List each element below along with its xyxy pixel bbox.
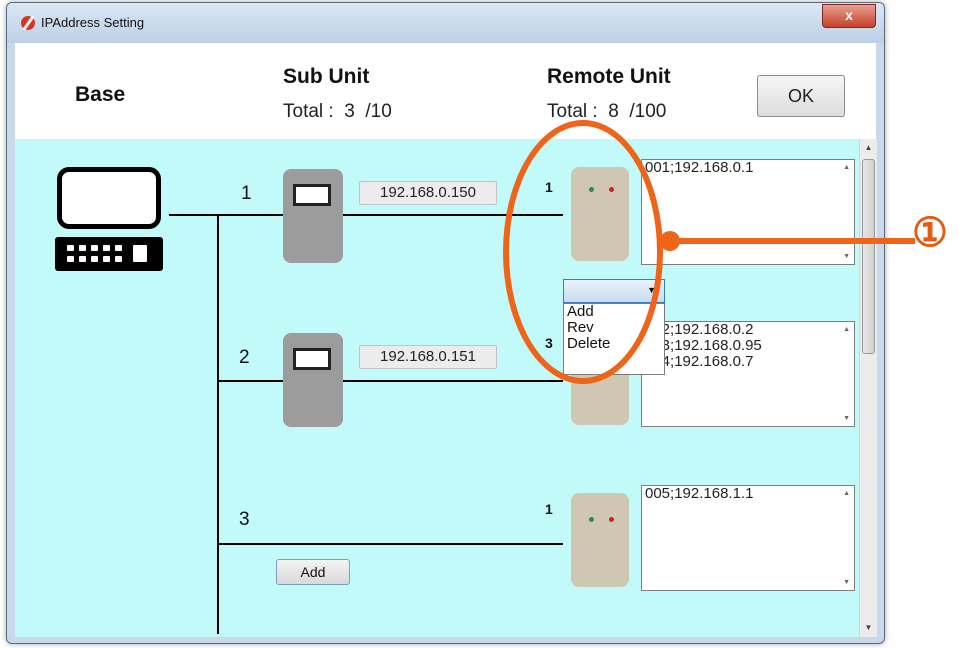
remote-unit-device[interactable]: [571, 493, 629, 587]
list-item[interactable]: 002;192.168.0.2: [642, 322, 854, 338]
sub-unit-number: 2: [239, 347, 250, 368]
scroll-down-icon[interactable]: ▼: [860, 619, 877, 637]
bus-line: [217, 214, 219, 634]
remote-address-list[interactable]: 002;192.168.0.2 003;192.168.0.95 004;192…: [641, 321, 855, 427]
list-scroll-up-icon[interactable]: ▲: [843, 164, 850, 171]
sub-unit-screen: [293, 184, 331, 206]
status-led-green: [589, 517, 594, 522]
list-scroll-down-icon[interactable]: ▼: [843, 415, 850, 422]
unit3-link-line: [217, 543, 563, 545]
list-item[interactable]: 005;192.168.1.1: [642, 486, 854, 502]
window-title: IPAddress Setting: [41, 15, 145, 30]
status-led-red: [609, 517, 614, 522]
list-scroll-down-icon[interactable]: ▼: [843, 253, 850, 260]
computer-icon: [57, 167, 161, 229]
callout-dot: [660, 231, 680, 251]
vertical-scrollbar[interactable]: ▲ ▼: [859, 139, 877, 637]
sub-unit-device[interactable]: [283, 169, 343, 263]
sub-unit-number: 3: [239, 509, 250, 530]
keyboard-icon: [55, 237, 163, 271]
sub-unit-ip[interactable]: 192.168.0.150: [359, 181, 497, 205]
ipaddress-setting-window: IPAddress Setting x Base Sub Unit Remote…: [6, 2, 885, 644]
callout-ellipse: [503, 120, 663, 384]
sub-unit-label: Sub Unit: [283, 65, 370, 88]
base-label: Base: [75, 83, 126, 106]
app-logo-icon: [21, 16, 35, 30]
list-scroll-up-icon[interactable]: ▲: [843, 490, 850, 497]
sub-unit-number: 1: [241, 183, 252, 204]
scroll-up-icon[interactable]: ▲: [860, 139, 877, 157]
sub-unit-ip[interactable]: 192.168.0.151: [359, 345, 497, 369]
header-panel: Base Sub Unit Remote Unit Total : 3 /10 …: [15, 43, 876, 139]
ok-button[interactable]: OK: [757, 75, 845, 117]
unit2-remote-line: [343, 380, 563, 382]
list-scroll-up-icon[interactable]: ▲: [843, 326, 850, 333]
base-link-line: [169, 214, 219, 216]
close-button[interactable]: x: [822, 4, 876, 28]
remote-unit-total: Total : 8 /100: [547, 101, 667, 122]
remote-unit-label: Remote Unit: [547, 65, 671, 88]
list-item[interactable]: 004;192.168.0.7: [642, 354, 854, 370]
title-bar[interactable]: IPAddress Setting x: [7, 3, 884, 43]
unit2-link-line: [217, 380, 283, 382]
sub-unit-total: Total : 3 /10: [283, 101, 392, 122]
sub-unit-screen: [293, 348, 331, 370]
list-item[interactable]: 003;192.168.0.95: [642, 338, 854, 354]
list-scroll-down-icon[interactable]: ▼: [843, 579, 850, 586]
add-sub-unit-button[interactable]: Add: [276, 559, 350, 585]
callout-line: [669, 238, 915, 244]
sub-unit-device[interactable]: [283, 333, 343, 427]
callout-number: ①: [912, 211, 948, 255]
list-item[interactable]: 001;192.168.0.1: [642, 160, 854, 176]
unit1-link-line: [217, 214, 283, 216]
remote-unit-number: 1: [545, 501, 553, 517]
remote-address-list[interactable]: 005;192.168.1.1 ▲ ▼: [641, 485, 855, 591]
topology-panel: 1 192.168.0.150 1 001;192.168.0.1 ▲ ▼ 2 …: [15, 139, 859, 637]
scrollbar-thumb[interactable]: [862, 159, 875, 354]
